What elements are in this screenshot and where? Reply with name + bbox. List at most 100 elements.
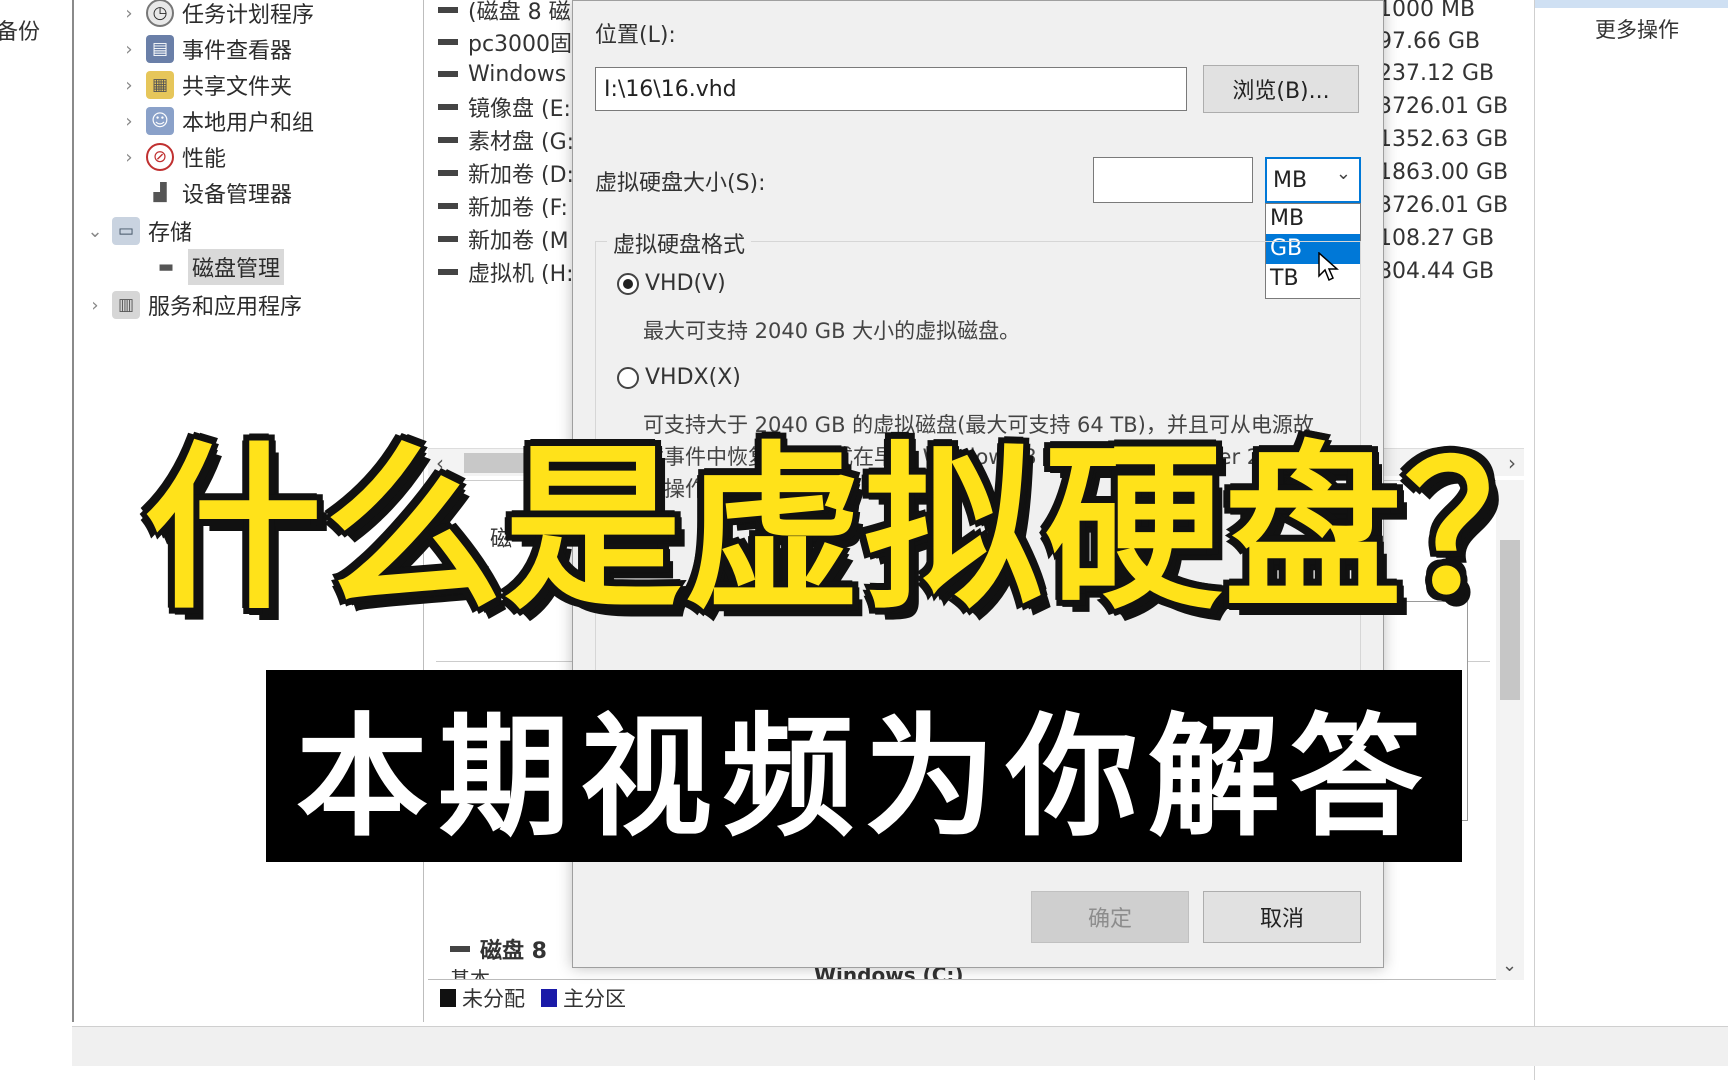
mouse-cursor-icon xyxy=(1318,252,1339,282)
subtitle-caption: 本期视频为你解答 xyxy=(296,700,1432,855)
vhdx-radio[interactable] xyxy=(617,367,639,389)
shared-folder-icon: ▦ xyxy=(146,71,174,99)
chevron-right-icon[interactable]: › xyxy=(118,3,140,24)
chevron-right-icon[interactable]: › xyxy=(84,295,106,316)
actions-header-bar xyxy=(1535,0,1728,8)
tree-item-performance[interactable]: › ⊘ 性能 xyxy=(118,140,226,174)
vhdx-label[interactable]: VHDX(X) xyxy=(645,365,741,390)
volume-name: pc3000固 xyxy=(468,32,573,57)
cancel-button[interactable]: 取消 xyxy=(1203,891,1361,943)
volume-name: Windows xyxy=(468,61,567,87)
legend-swatch-primary xyxy=(541,988,557,1007)
volume-row[interactable]: 新加卷 (D: xyxy=(438,157,574,189)
performance-icon: ⊘ xyxy=(146,143,174,171)
volume-size: 3726.01 GB xyxy=(1378,94,1509,119)
device-manager-icon: ▟ xyxy=(153,183,167,203)
tree-item-label: 本地用户和组 xyxy=(182,111,315,136)
tree-item-label: 服务和应用程序 xyxy=(148,295,303,320)
size-label: 虚拟硬盘大小(S): xyxy=(595,171,766,196)
tree-item-shared-folders[interactable]: › ▦ 共享文件夹 xyxy=(118,68,292,102)
tree-item-device-manager[interactable]: ▟ 设备管理器 xyxy=(118,176,292,210)
volume-row[interactable]: 新加卷 (M xyxy=(438,223,569,255)
unit-select[interactable]: MB ⌄ xyxy=(1265,157,1361,203)
volume-size: 3726.01 GB xyxy=(1378,193,1509,218)
chevron-right-icon[interactable]: › xyxy=(118,111,140,132)
volume-icon xyxy=(438,203,458,209)
volume-icon xyxy=(438,137,458,143)
volume-row[interactable]: (磁盘 8 磁 xyxy=(438,0,571,26)
volume-size: 108.27 GB xyxy=(1378,226,1495,251)
volume-name: 素材盘 (G: xyxy=(468,130,575,155)
volume-name: 新加卷 (D: xyxy=(468,163,574,188)
unit-selected-value: MB xyxy=(1273,167,1308,193)
tree-item-task-scheduler[interactable]: › ◷ 任务计划程序 xyxy=(118,0,314,30)
volume-icon xyxy=(438,236,458,242)
volume-row[interactable]: pc3000固 xyxy=(438,26,572,58)
volume-name: 新加卷 (M xyxy=(468,229,569,254)
tree-item-label: 设备管理器 xyxy=(182,183,293,208)
headline-caption: 什么是虚拟硬盘？ xyxy=(144,426,1584,633)
event-viewer-icon: ▤ xyxy=(146,35,174,63)
clock-icon: ◷ xyxy=(146,0,174,27)
more-actions-link[interactable]: 更多操作 xyxy=(1595,14,1679,44)
volume-size: 804.44 GB xyxy=(1378,259,1495,284)
size-input[interactable] xyxy=(1093,157,1253,203)
volume-icon xyxy=(438,7,458,13)
legend-label: 主分区 xyxy=(563,986,626,1011)
volume-row[interactable]: 新加卷 (F: xyxy=(438,190,568,222)
volume-size: 1000 MB xyxy=(1378,0,1476,22)
storage-icon: ▭ xyxy=(112,217,140,245)
volume-icon xyxy=(438,71,458,77)
disk8-type: 基本 xyxy=(450,967,490,979)
tree-item-local-users[interactable]: › ☺ 本地用户和组 xyxy=(118,104,314,138)
tree-item-label: 事件查看器 xyxy=(182,39,293,64)
chevron-right-icon[interactable]: › xyxy=(118,39,140,60)
volume-size: 237.12 GB xyxy=(1378,61,1495,86)
chevron-down-icon[interactable]: ⌄ xyxy=(84,221,106,242)
legend-label: 未分配 xyxy=(462,986,525,1011)
browse-button[interactable]: 浏览(B)... xyxy=(1203,65,1359,113)
left-edge-text: 备份 xyxy=(0,20,41,45)
vhd-description: 最大可支持 2040 GB 大小的虚拟磁盘。 xyxy=(643,319,1021,343)
format-group-title: 虚拟硬盘格式 xyxy=(607,227,752,259)
chevron-right-icon[interactable]: › xyxy=(118,147,140,168)
tree-item-label: 任务计划程序 xyxy=(182,3,315,28)
scroll-down-icon[interactable]: ⌄ xyxy=(1502,955,1517,976)
tree-item-services[interactable]: › ▥ 服务和应用程序 xyxy=(84,288,302,322)
ok-button[interactable]: 确定 xyxy=(1031,891,1189,943)
volume-name: (磁盘 8 磁 xyxy=(468,0,571,25)
tree-item-event-viewer[interactable]: › ▤ 事件查看器 xyxy=(118,32,292,66)
disk-icon xyxy=(450,946,470,952)
tree-item-label: 存储 xyxy=(148,221,193,246)
volume-icon xyxy=(438,104,458,110)
disk8-label: 磁盘 8 xyxy=(450,933,547,965)
volume-row[interactable]: 素材盘 (G: xyxy=(438,124,574,156)
location-input[interactable]: I:\16\16.vhd xyxy=(595,67,1187,111)
vhd-radio[interactable] xyxy=(617,273,639,295)
vhd-label[interactable]: VHD(V) xyxy=(645,271,726,296)
legend: 未分配 主分区 xyxy=(428,979,1524,1015)
tree-item-storage[interactable]: ⌄ ▭ 存储 xyxy=(84,214,192,248)
chevron-right-icon[interactable]: › xyxy=(118,75,140,96)
tree-item-disk-management[interactable]: ▬ 磁盘管理 xyxy=(146,249,285,285)
volume-row[interactable]: Windows xyxy=(438,58,566,90)
volume-icon xyxy=(438,39,458,45)
volume-icon xyxy=(438,170,458,176)
unit-option[interactable]: MB xyxy=(1266,204,1360,234)
disk-management-icon: ▬ xyxy=(157,257,175,277)
volume-size: 1863.00 GB xyxy=(1378,160,1509,185)
status-bar xyxy=(72,1026,1728,1066)
volume-size: 97.66 GB xyxy=(1378,29,1481,54)
volume-size: 1352.63 GB xyxy=(1378,127,1509,152)
tree-item-label: 性能 xyxy=(182,147,227,172)
tree-item-label: 共享文件夹 xyxy=(182,75,293,100)
chevron-down-icon: ⌄ xyxy=(1335,163,1351,184)
users-icon: ☺ xyxy=(146,107,174,135)
volume-name: 新加卷 (F: xyxy=(468,196,568,221)
volume-name: 虚拟机 (H: xyxy=(468,262,574,287)
volume-row[interactable]: 虚拟机 (H: xyxy=(438,256,574,288)
location-label: 位置(L): xyxy=(595,23,676,48)
volume-name: 镜像盘 (E: xyxy=(468,97,571,122)
volume-row[interactable]: 镜像盘 (E: xyxy=(438,91,571,123)
legend-swatch-unallocated xyxy=(440,988,456,1007)
